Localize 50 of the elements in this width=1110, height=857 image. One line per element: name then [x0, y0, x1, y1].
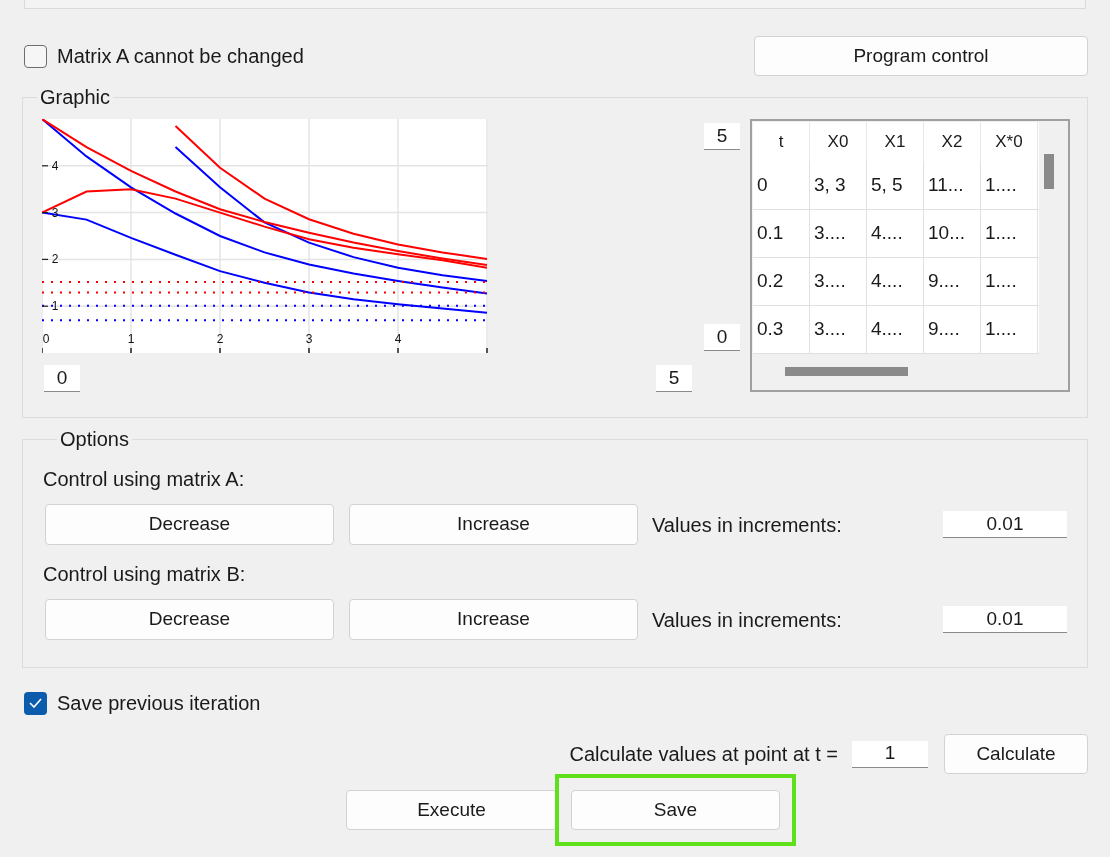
table-cell: 0.1	[753, 210, 810, 257]
table-cell: 10...	[924, 210, 981, 257]
table-cell: 0	[753, 162, 810, 209]
checkbox-label: Matrix A cannot be changed	[57, 44, 304, 69]
y-tick-label: 1	[51, 299, 59, 314]
table-cell: 1....	[981, 306, 1038, 353]
table-cell: 1....	[981, 210, 1038, 257]
table-cell: 9....	[924, 306, 981, 353]
table-cell: 1....	[981, 258, 1038, 305]
checkbox-label: Save previous iteration	[57, 691, 261, 716]
y-tick: 4	[42, 158, 59, 173]
x-tick-label: 2	[216, 332, 224, 346]
group-title: Options	[59, 427, 130, 452]
increment-label: Values in increments:	[652, 607, 842, 633]
column-header: X1	[867, 122, 924, 162]
column-header: X*0	[981, 122, 1038, 162]
table-cell: 11...	[924, 162, 981, 209]
table-cell: 0.2	[753, 258, 810, 305]
x-tick: 0	[42, 332, 50, 353]
y-tick: 2	[42, 252, 59, 267]
x-tick-label: 1	[127, 332, 135, 346]
column-header: X2	[924, 122, 981, 162]
increment-label: Values in increments:	[652, 512, 842, 538]
control-label: Control using matrix A:	[43, 467, 246, 492]
x-tick: 4	[394, 332, 402, 353]
group-title: Graphic	[39, 85, 112, 110]
table-cell: 3....	[810, 210, 867, 257]
table-cell: 0.3	[753, 306, 810, 353]
table-cell: 3, 3	[810, 162, 867, 209]
x-tick: 1	[127, 332, 135, 353]
control-label: Control using matrix B:	[43, 562, 247, 587]
y-tick: 1	[42, 299, 59, 314]
x-tick-label: 4	[394, 332, 402, 346]
table-cell: 4....	[867, 210, 924, 257]
column-header: t	[753, 122, 810, 162]
x-tick: 3	[305, 332, 313, 353]
table-cell: 4....	[867, 306, 924, 353]
table-cell: 3....	[810, 306, 867, 353]
x-tick-label: 0	[42, 332, 50, 346]
table-cell: 5, 5	[867, 162, 924, 209]
table-cell: 9....	[924, 258, 981, 305]
calculate-label: Calculate values at point at t =	[569, 742, 838, 767]
x-tick-label: 3	[305, 332, 313, 346]
table-cell: 3....	[810, 258, 867, 305]
y-tick-label: 4	[51, 158, 59, 173]
table-cell: 4....	[867, 258, 924, 305]
column-header: X0	[810, 122, 867, 162]
table-cell: 1....	[981, 162, 1038, 209]
x-tick: 2	[216, 332, 224, 353]
y-tick-label: 2	[51, 252, 59, 267]
